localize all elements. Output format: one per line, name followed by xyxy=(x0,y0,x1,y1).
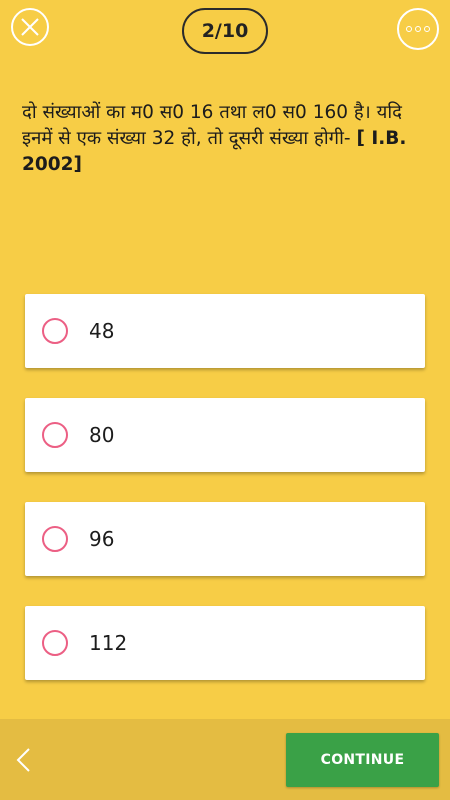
quiz-screen: 2/10 दो संख्याओं का म0 स0 16 तथा ल0 स0 1… xyxy=(0,0,450,800)
option-card[interactable]: 96 xyxy=(25,502,425,576)
option-card[interactable]: 48 xyxy=(25,294,425,368)
option-label: 80 xyxy=(89,423,115,447)
top-bar: 2/10 xyxy=(0,0,450,70)
more-options-button[interactable] xyxy=(397,8,439,50)
chevron-left-icon xyxy=(16,748,30,772)
dot-icon xyxy=(424,26,430,32)
question-block: दो संख्याओं का म0 स0 16 तथा ल0 स0 160 है… xyxy=(22,100,450,178)
question-text: दो संख्याओं का म0 स0 16 तथा ल0 स0 160 है… xyxy=(22,102,402,149)
radio-button[interactable] xyxy=(42,422,68,448)
back-button[interactable] xyxy=(12,747,36,773)
option-label: 112 xyxy=(89,631,128,655)
radio-button[interactable] xyxy=(42,630,68,656)
close-icon xyxy=(21,18,39,36)
close-button[interactable] xyxy=(11,8,49,46)
option-card[interactable]: 80 xyxy=(25,398,425,472)
radio-button[interactable] xyxy=(42,318,68,344)
continue-button[interactable]: CONTINUE xyxy=(286,733,439,787)
dot-icon xyxy=(406,26,412,32)
question-progress: 2/10 xyxy=(182,8,268,54)
option-label: 48 xyxy=(89,319,115,343)
option-label: 96 xyxy=(89,527,115,551)
radio-button[interactable] xyxy=(42,526,68,552)
option-card[interactable]: 112 xyxy=(25,606,425,680)
dot-icon xyxy=(415,26,421,32)
bottom-bar: CONTINUE xyxy=(0,719,450,800)
options-list: 48 80 96 112 xyxy=(25,294,425,710)
